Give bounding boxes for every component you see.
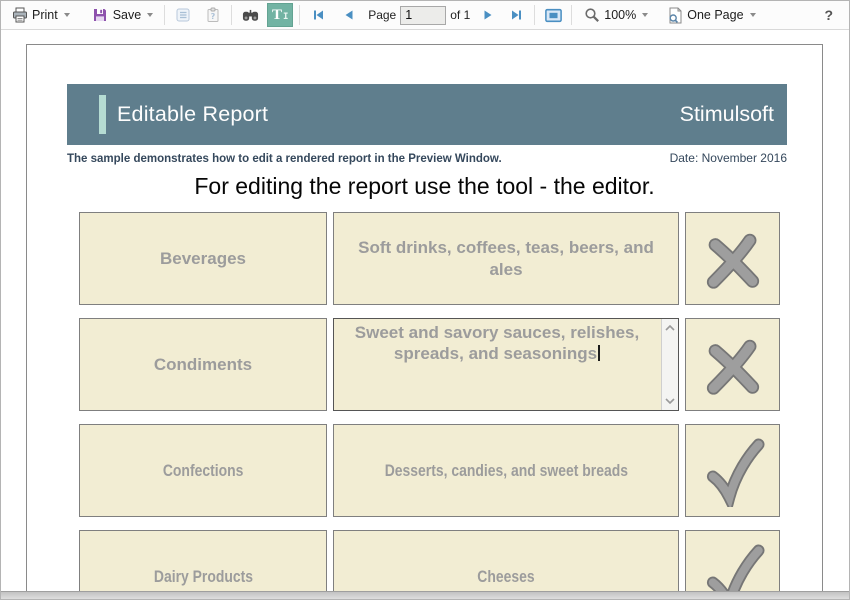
category-cell[interactable]: Confections [79,424,327,517]
report-subtitle: The sample demonstrates how to edit a re… [67,153,502,165]
description-cell[interactable]: Desserts, candies, and sweet breads [333,424,679,517]
category-cell[interactable]: Condiments [79,318,327,411]
description-label: Sweet and savory sauces, relishes, sprea… [355,323,639,363]
printer-icon [11,7,28,24]
category-label: Beverages [160,248,246,269]
view-mode-button[interactable]: One Page [661,3,760,27]
report-page: Editable Report Stimulsoft The sample de… [26,44,823,591]
bookmarks-icon [175,7,192,24]
one-page-icon [666,7,683,24]
magnifier-icon [583,7,600,24]
toolbar-separator [231,5,232,25]
description-editor-cell[interactable]: Sweet and savory sauces, relishes, sprea… [333,318,679,411]
category-label: Confections [163,460,244,481]
full-screen-icon [545,7,562,24]
toolbar-separator [571,5,572,25]
scroll-up-icon[interactable] [665,325,675,331]
editor-tool-button[interactable]: TI [267,3,293,27]
toolbar-separator [534,5,535,25]
zoom-value: 100% [604,8,636,22]
toolbar: Print Save [1,1,849,30]
toolbar-separator [164,5,165,25]
chevron-down-icon [750,13,756,17]
horizontal-scrollbar[interactable] [1,591,849,599]
cross-icon [702,334,764,396]
header-accent-bar [99,95,106,134]
category-cell[interactable]: Beverages [79,212,327,305]
previous-page-icon [340,7,357,24]
help-button[interactable]: ? [824,7,833,23]
first-page-button[interactable] [306,3,330,27]
cross-icon [702,228,764,290]
view-mode-label: One Page [687,8,743,22]
print-button[interactable]: Print [6,3,75,27]
status-cell[interactable] [685,424,780,517]
chevron-down-icon [147,13,153,17]
toolbar-separator [299,5,300,25]
save-button[interactable]: Save [87,3,159,27]
description-label: Desserts, candies, and sweet breads [384,460,627,481]
last-page-button[interactable] [504,3,528,27]
report-header-band: Editable Report Stimulsoft [67,84,787,145]
save-label: Save [113,8,142,22]
category-label: Dairy Products [153,566,252,587]
category-cell[interactable]: Dairy Products [79,530,327,591]
pages-total-label: of 1 [450,8,470,22]
status-cell[interactable] [685,318,780,411]
preview-area: Editable Report Stimulsoft The sample de… [1,30,849,591]
description-label: Soft drinks, coffees, teas, beers, and a… [344,237,668,280]
full-screen-button[interactable] [541,3,565,27]
first-page-icon [310,7,327,24]
scroll-down-icon[interactable] [665,398,675,404]
report-viewer-window: Print Save [0,0,850,600]
text-cursor [598,345,600,361]
description-label: Cheeses [477,566,534,587]
instruction-text: For editing the report use the tool - th… [27,173,822,200]
page-number-input[interactable] [400,6,446,25]
categories-table: Beverages Soft drinks, coffees, teas, be… [79,212,780,591]
parameters-icon: ? [205,7,222,24]
status-cell[interactable] [685,212,780,305]
report-date: Date: November 2016 [670,151,787,165]
find-button[interactable] [238,3,262,27]
editor-scrollbar[interactable] [661,319,678,410]
description-cell[interactable]: Soft drinks, coffees, teas, beers, and a… [333,212,679,305]
report-title: Editable Report [117,84,268,145]
check-icon [701,541,765,592]
svg-text:?: ? [211,12,216,21]
brand-label: Stimulsoft [680,84,774,145]
editor-textbox[interactable]: Sweet and savory sauces, relishes, sprea… [334,319,678,368]
bookmarks-button[interactable] [171,3,195,27]
chevron-down-icon [642,13,648,17]
binoculars-icon [242,7,259,24]
zoom-button[interactable]: 100% [578,3,653,27]
subtitle-row: The sample demonstrates how to edit a re… [67,151,787,165]
print-label: Print [32,8,58,22]
check-icon [701,435,765,507]
text-editor-icon: T [272,8,282,23]
status-cell[interactable] [685,530,780,591]
next-page-icon [480,7,497,24]
previous-page-button[interactable] [336,3,360,27]
chevron-down-icon [64,13,70,17]
page-label: Page [368,8,396,22]
category-label: Condiments [154,354,252,375]
parameters-button[interactable]: ? [201,3,225,27]
description-cell[interactable]: Cheeses [333,530,679,591]
save-icon [92,7,109,24]
next-page-button[interactable] [476,3,500,27]
last-page-icon [508,7,525,24]
